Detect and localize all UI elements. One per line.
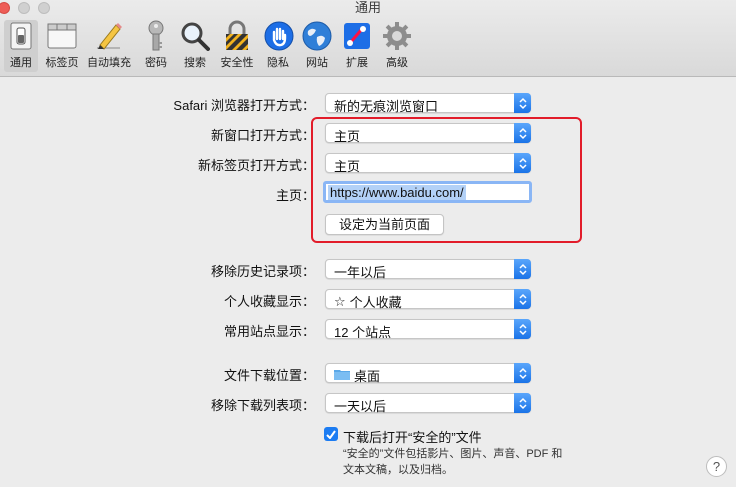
toolbar-label: 网站 xyxy=(306,57,328,69)
puzzle-icon xyxy=(340,20,374,52)
toolbar-item-extensions[interactable]: 扩展 xyxy=(340,20,374,72)
top-sites-popup[interactable]: 12 个站点 xyxy=(325,319,531,340)
popup-value: 个人收藏 xyxy=(349,295,402,310)
popup-value: 一天以后 xyxy=(334,399,387,414)
toolbar-label: 安全性 xyxy=(220,57,254,69)
toolbar-item-tabs[interactable]: 标签页 xyxy=(42,20,82,72)
new-window-label: 新窗口打开方式： xyxy=(210,128,315,143)
toolbar-label: 搜索 xyxy=(184,57,206,69)
top-sites-label: 常用站点显示： xyxy=(223,324,315,339)
switch-icon xyxy=(4,20,38,52)
popup-value: 主页 xyxy=(334,159,361,174)
chevron-updown-icon xyxy=(514,123,531,143)
download-location-popup[interactable]: 桌面 xyxy=(325,363,531,384)
chevron-updown-icon xyxy=(514,153,531,173)
toolbar-item-websites[interactable]: 网站 xyxy=(300,20,334,72)
gear-icon xyxy=(380,20,414,52)
star-icon: ☆ xyxy=(334,293,346,309)
remove-history-label: 移除历史记录项： xyxy=(210,264,315,279)
chevron-updown-icon xyxy=(514,319,531,339)
tabs-icon xyxy=(45,20,79,52)
toolbar: 通用 通用 标签页 自动填充 密码 搜索 安全性 隐私 网站 扩展 高级 xyxy=(0,0,736,77)
homepage-label: 主页： xyxy=(275,188,315,203)
homepage-input[interactable]: https://www.baidu.com/ xyxy=(323,181,532,203)
safari-open-label: Safari 浏览器打开方式： xyxy=(173,98,315,113)
open-safe-files-checkbox[interactable] xyxy=(324,427,338,441)
toolbar-label: 隐私 xyxy=(267,57,289,69)
toolbar-label: 高级 xyxy=(386,57,408,69)
toolbar-item-security[interactable]: 安全性 xyxy=(217,20,257,72)
favorites-label: 个人收藏显示： xyxy=(223,294,315,309)
remove-downloads-popup[interactable]: 一天以后 xyxy=(325,393,531,414)
new-tab-label: 新标签页打开方式： xyxy=(197,158,315,173)
toolbar-label: 自动填充 xyxy=(87,57,131,69)
toolbar-item-general[interactable]: 通用 xyxy=(4,20,38,72)
safe-files-note-line1: “安全的”文件包括影片、图片、声音、PDF 和 xyxy=(343,448,563,460)
chevron-updown-icon xyxy=(514,289,531,309)
help-button[interactable]: ? xyxy=(706,456,727,477)
favorites-popup[interactable]: ☆ 个人收藏 xyxy=(325,289,531,310)
popup-value: 12 个站点 xyxy=(334,325,392,340)
safari-open-popup[interactable]: 新的无痕浏览窗口 xyxy=(325,93,531,114)
toolbar-item-privacy[interactable]: 隐私 xyxy=(262,20,294,72)
chevron-updown-icon xyxy=(514,93,531,113)
open-safe-files-label[interactable]: 下载后打开“安全的”文件 xyxy=(343,427,482,446)
set-current-page-button[interactable]: 设定为当前页面 xyxy=(325,214,444,235)
checkmark-icon xyxy=(326,429,336,439)
toolbar-item-search[interactable]: 搜索 xyxy=(178,20,212,72)
safe-files-note-line2: 文本文稿，以及归档。 xyxy=(343,464,453,476)
popup-value: 主页 xyxy=(334,129,361,144)
download-location-label: 文件下载位置： xyxy=(223,368,315,383)
chevron-updown-icon xyxy=(514,393,531,413)
homepage-value: https://www.baidu.com/ xyxy=(328,185,466,200)
lock-icon xyxy=(220,20,254,52)
new-tab-popup[interactable]: 主页 xyxy=(325,153,531,174)
window-title: 通用 xyxy=(354,0,381,15)
popup-value: 一年以后 xyxy=(334,265,387,280)
folder-icon xyxy=(334,368,350,383)
magnifier-icon xyxy=(178,20,212,52)
chevron-updown-icon xyxy=(514,363,531,383)
key-icon xyxy=(139,20,173,52)
chevron-updown-icon xyxy=(514,259,531,279)
hand-icon xyxy=(262,20,296,52)
toolbar-label: 扩展 xyxy=(346,57,368,69)
toolbar-label: 通用 xyxy=(10,57,32,69)
toolbar-item-advanced[interactable]: 高级 xyxy=(380,20,414,72)
toolbar-item-autofill[interactable]: 自动填充 xyxy=(86,20,132,72)
toolbar-label: 密码 xyxy=(145,57,167,69)
popup-value: 新的无痕浏览窗口 xyxy=(334,99,439,114)
remove-downloads-label: 移除下载列表项： xyxy=(210,398,315,413)
popup-value: 桌面 xyxy=(354,369,381,384)
new-window-popup[interactable]: 主页 xyxy=(325,123,531,144)
toolbar-item-passwords[interactable]: 密码 xyxy=(139,20,173,72)
globe-icon xyxy=(300,20,334,52)
pencil-icon xyxy=(92,20,126,52)
remove-history-popup[interactable]: 一年以后 xyxy=(325,259,531,280)
toolbar-label: 标签页 xyxy=(45,57,79,69)
